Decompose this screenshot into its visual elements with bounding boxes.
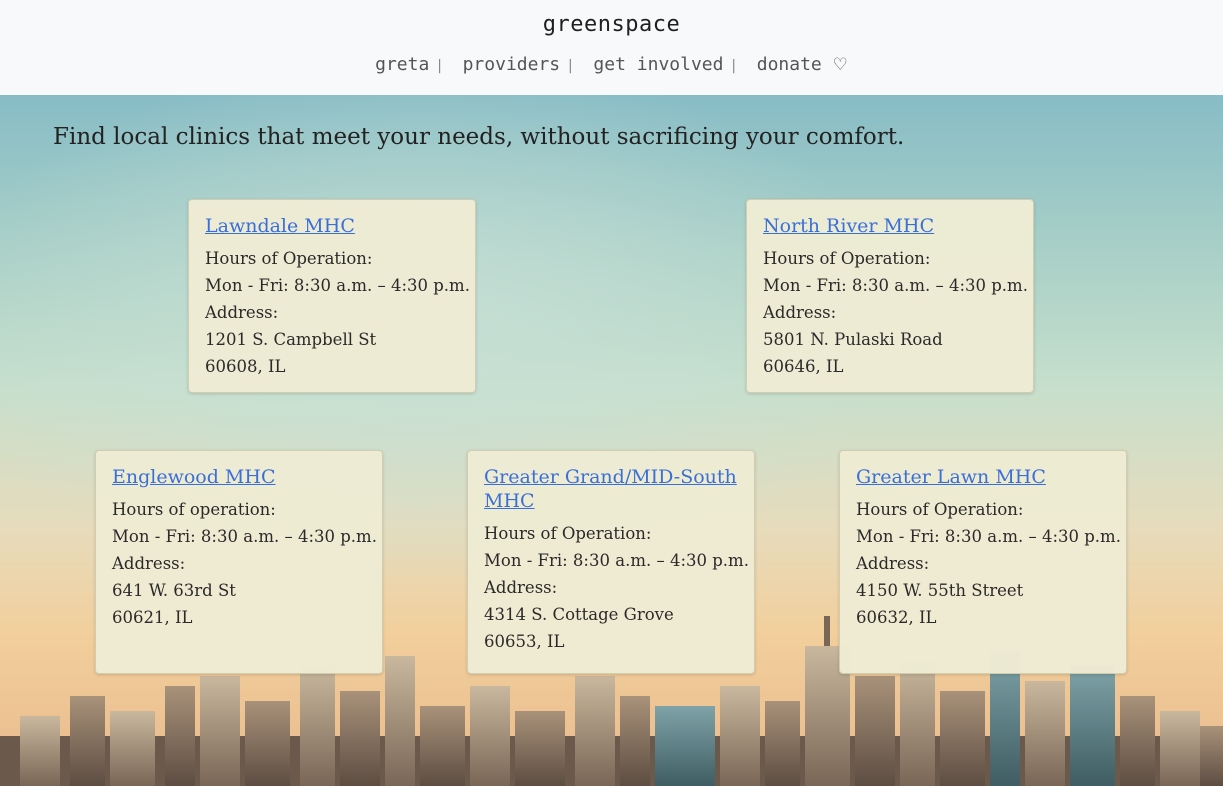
address-label: Address: <box>112 554 186 573</box>
brand-logo[interactable]: greenspace <box>0 12 1223 37</box>
main-nav: greta | providers | get involved | donate ♡ <box>0 54 1223 75</box>
clinic-card: North River MHC Hours of Operation: Mon … <box>746 199 1034 393</box>
address-label: Address: <box>484 578 558 597</box>
clinic-card: Greater Lawn MHC Hours of Operation: Mon… <box>839 450 1127 674</box>
hours-value: Mon - Fri: 8:30 a.m. – 4:30 p.m. <box>484 551 749 570</box>
hours-label: Hours of Operation: <box>205 249 373 268</box>
clinic-name-link[interactable]: Greater Lawn MHC <box>856 465 1110 489</box>
hours-label: Hours of Operation: <box>484 524 652 543</box>
hero-section: Find local clinics that meet your needs,… <box>0 95 1223 786</box>
clinic-card: Lawndale MHC Hours of Operation: Mon - F… <box>188 199 476 393</box>
address-street: 641 W. 63rd St <box>112 581 236 600</box>
address-zip: 60621, IL <box>112 608 193 627</box>
address-street: 4314 S. Cottage Grove <box>484 605 674 624</box>
address-label: Address: <box>205 303 279 322</box>
nav-link-providers[interactable]: providers <box>463 54 561 75</box>
page: greenspace greta | providers | get involve… <box>0 0 1223 786</box>
address-zip: 60646, IL <box>763 357 844 376</box>
clinic-name-link[interactable]: Englewood MHC <box>112 465 366 489</box>
nav-separator: | <box>729 58 738 74</box>
hours-value: Mon - Fri: 8:30 a.m. – 4:30 p.m. <box>205 276 470 295</box>
address-street: 4150 W. 55th Street <box>856 581 1024 600</box>
nav-link-greta[interactable]: greta <box>375 54 429 75</box>
clinic-name-link[interactable]: North River MHC <box>763 214 1017 238</box>
nav-separator: | <box>435 58 444 74</box>
nav-separator: | <box>566 58 575 74</box>
clinic-card: Greater Grand/MID-South MHC Hours of Ope… <box>467 450 755 674</box>
site-header: greenspace greta | providers | get involve… <box>0 0 1223 95</box>
address-zip: 60653, IL <box>484 632 565 651</box>
nav-link-donate-label: donate <box>756 54 822 75</box>
address-label: Address: <box>763 303 837 322</box>
address-street: 5801 N. Pulaski Road <box>763 330 943 349</box>
hours-label: Hours of Operation: <box>856 500 1024 519</box>
hours-value: Mon - Fri: 8:30 a.m. – 4:30 p.m. <box>856 527 1121 546</box>
address-label: Address: <box>856 554 930 573</box>
hours-value: Mon - Fri: 8:30 a.m. – 4:30 p.m. <box>763 276 1028 295</box>
address-zip: 60608, IL <box>205 357 286 376</box>
nav-link-get-involved[interactable]: get involved <box>593 54 723 75</box>
hours-label: Hours of Operation: <box>763 249 931 268</box>
clinic-card: Englewood MHC Hours of operation: Mon - … <box>95 450 383 674</box>
page-tagline: Find local clinics that meet your needs,… <box>53 124 905 150</box>
hours-label: Hours of operation: <box>112 500 276 519</box>
clinic-name-link[interactable]: Greater Grand/MID-South MHC <box>484 465 738 513</box>
clinic-name-link[interactable]: Lawndale MHC <box>205 214 459 238</box>
address-zip: 60632, IL <box>856 608 937 627</box>
hours-value: Mon - Fri: 8:30 a.m. – 4:30 p.m. <box>112 527 377 546</box>
address-street: 1201 S. Campbell St <box>205 330 377 349</box>
nav-link-donate[interactable]: donate ♡ <box>757 54 848 75</box>
heart-outline-icon: ♡ <box>832 55 848 75</box>
